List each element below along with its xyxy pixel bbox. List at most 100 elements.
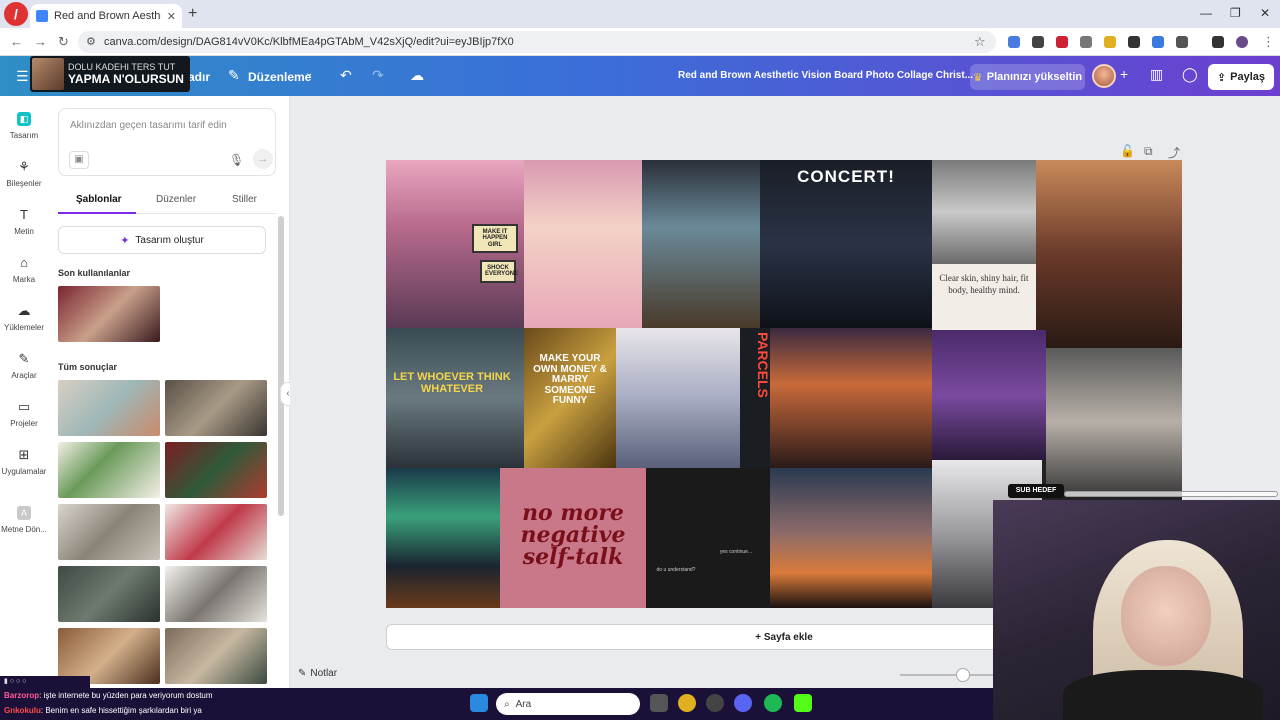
template-thumbnail[interactable]: [165, 442, 267, 498]
discord-icon[interactable]: [734, 694, 752, 712]
lock-icon[interactable]: 🔓: [1120, 144, 1135, 158]
browser-profile-icon[interactable]: /: [4, 2, 28, 26]
edit-mode-button[interactable]: Düzenleme: [248, 70, 311, 84]
back-icon[interactable]: ←: [10, 34, 23, 49]
collage-tile-purple-night[interactable]: [932, 330, 1046, 460]
template-thumbnail[interactable]: [58, 442, 160, 498]
collage-tile-affirmation[interactable]: Clear skin, shiny hair, fit body, health…: [932, 264, 1036, 330]
template-thumbnail[interactable]: [58, 504, 160, 560]
file-menu-label[interactable]: adır: [188, 70, 210, 84]
add-page-icon[interactable]: ⤴: [1168, 144, 1180, 161]
extension-icon[interactable]: [1056, 36, 1068, 48]
extension-icon[interactable]: [1104, 36, 1116, 48]
collage-tile-fitness[interactable]: [1046, 348, 1182, 496]
template-thumbnail[interactable]: [165, 380, 267, 436]
hamburger-menu-icon[interactable]: ☰: [16, 68, 29, 85]
task-view-icon[interactable]: [650, 694, 668, 712]
user-avatar[interactable]: [1092, 64, 1116, 88]
template-thumbnail[interactable]: [165, 504, 267, 560]
minimize-icon[interactable]: —: [1200, 6, 1212, 20]
bookmark-star-icon[interactable]: ☆: [974, 34, 986, 50]
browser-menu-icon[interactable]: ⋮: [1262, 34, 1275, 50]
redo-icon[interactable]: ↷: [372, 67, 384, 84]
spotify-icon[interactable]: [764, 694, 782, 712]
tab-styles[interactable]: Stiller: [232, 194, 257, 205]
collage-tile-boxing[interactable]: [932, 160, 1036, 264]
collage-tile-make-money[interactable]: MAKE YOUR OWN MONEY & MARRY SOMEONE FUNN…: [524, 328, 616, 468]
collage-tile-parcels[interactable]: PARCELS: [740, 328, 770, 468]
collage-tile-flowers[interactable]: [616, 328, 740, 468]
panel-scrollbar[interactable]: [278, 216, 284, 516]
insights-chart-icon[interactable]: ▥: [1150, 66, 1163, 83]
collage-tile-northern-lights[interactable]: [386, 468, 500, 608]
create-design-button[interactable]: ✦ Tasarım oluştur: [58, 226, 266, 254]
collage-tile-colosseum-wine[interactable]: [1036, 160, 1182, 348]
image-attach-icon[interactable]: ▣: [69, 151, 89, 169]
recent-design-thumbnail[interactable]: [58, 286, 160, 342]
collage-tile-movie-night[interactable]: [642, 160, 760, 328]
undo-icon[interactable]: ↶: [340, 67, 352, 84]
close-window-icon[interactable]: ✕: [1260, 6, 1270, 20]
zoom-slider-handle[interactable]: [956, 668, 970, 682]
extension-icon[interactable]: [1152, 36, 1164, 48]
windows-start-icon[interactable]: [470, 694, 488, 712]
extension-icon[interactable]: [1128, 36, 1140, 48]
browser-tab[interactable]: Red and Brown Aesthetic Vision ✕: [30, 4, 182, 28]
reload-icon[interactable]: ↻: [58, 34, 69, 50]
collage-tile-cherry-blossom[interactable]: MAKE IT HAPPEN GIRL SHOCK EVERYONE: [386, 160, 524, 328]
comment-icon[interactable]: ◯: [1182, 66, 1198, 83]
tab-templates[interactable]: Şablonlar: [76, 194, 122, 205]
taskbar-search[interactable]: ⌕ Ara: [496, 693, 640, 715]
rail-item-text[interactable]: T Metin: [0, 208, 48, 237]
collage-tile-do-u-understand[interactable]: yes continue... do u understand?: [646, 468, 770, 608]
notes-label: Notlar: [310, 668, 338, 679]
tab-layouts[interactable]: Düzenler: [156, 194, 196, 205]
template-thumbnail[interactable]: [165, 566, 267, 622]
results-section-title: Tüm sonuçlar: [58, 362, 118, 372]
maximize-icon[interactable]: ❐: [1230, 6, 1241, 20]
rail-item-elements[interactable]: ⚘ Bileşenler: [0, 160, 48, 189]
cloud-save-icon[interactable]: ☁: [410, 67, 424, 84]
notes-button[interactable]: ✎ Notlar: [298, 668, 337, 679]
duplicate-page-icon[interactable]: ⧉: [1144, 144, 1153, 159]
extension-icon[interactable]: [1080, 36, 1092, 48]
chrome-icon[interactable]: [678, 694, 696, 712]
rail-item-text-convert[interactable]: A Metne Dön...: [0, 506, 48, 534]
send-arrow-icon[interactable]: →: [253, 149, 273, 169]
collage-tile-bonfire-beach[interactable]: [770, 468, 932, 608]
rail-item-uploads[interactable]: ☁ Yüklemeler: [0, 304, 48, 333]
extension-icon[interactable]: [1032, 36, 1044, 48]
upgrade-plan-button[interactable]: ♛ Planınızı yükseltin: [970, 64, 1085, 90]
add-people-icon[interactable]: +: [1120, 66, 1128, 82]
collage-tile-christmas-market[interactable]: [770, 328, 932, 468]
template-thumbnail[interactable]: [58, 566, 160, 622]
template-thumbnail[interactable]: [58, 380, 160, 436]
forward-icon[interactable]: →: [34, 34, 47, 49]
collage-tile-let-whoever[interactable]: LET WHOEVER THINK WHATEVER: [386, 328, 524, 468]
site-info-icon[interactable]: ⚙: [86, 35, 96, 48]
rail-item-apps[interactable]: ⊞ Uygulamalar: [0, 448, 48, 477]
collage-tile-cartoon[interactable]: [524, 160, 642, 328]
kick-live-icon[interactable]: [794, 694, 812, 712]
rail-item-brand[interactable]: ⌂ Marka: [0, 256, 48, 285]
rail-item-tools[interactable]: ✎ Araçlar: [0, 352, 48, 381]
chevron-down-icon[interactable]: ⌄: [305, 68, 313, 79]
design-prompt-field[interactable]: Aklınızdan geçen tasarımı tarif edin ▣ 🎙…: [58, 108, 276, 176]
template-thumbnail[interactable]: [165, 628, 267, 684]
extension-icon[interactable]: [1008, 36, 1020, 48]
obs-icon[interactable]: [706, 694, 724, 712]
rail-item-design[interactable]: ◧ Tasarım: [0, 112, 48, 140]
zoom-slider-track[interactable]: [900, 674, 996, 676]
collage-tile-concert[interactable]: CONCERT!: [760, 160, 932, 328]
url-field[interactable]: ⚙ canva.com/design/DAG814vV0Kc/KlbfMEa4p…: [78, 31, 996, 53]
extensions-puzzle-icon[interactable]: [1176, 36, 1188, 48]
profile-avatar-icon[interactable]: [1236, 36, 1248, 48]
document-title[interactable]: Red and Brown Aesthetic Vision Board Pho…: [678, 70, 973, 81]
new-tab-icon[interactable]: +: [188, 5, 197, 23]
microphone-icon[interactable]: 🎙: [229, 153, 244, 167]
close-tab-icon[interactable]: ✕: [167, 10, 176, 23]
download-icon[interactable]: [1212, 36, 1224, 48]
collage-tile-negative-self-talk[interactable]: no more negative self-talk: [500, 468, 646, 608]
share-button[interactable]: ⇪ Paylaş: [1208, 64, 1274, 90]
rail-item-projects[interactable]: ▭ Projeler: [0, 400, 48, 429]
